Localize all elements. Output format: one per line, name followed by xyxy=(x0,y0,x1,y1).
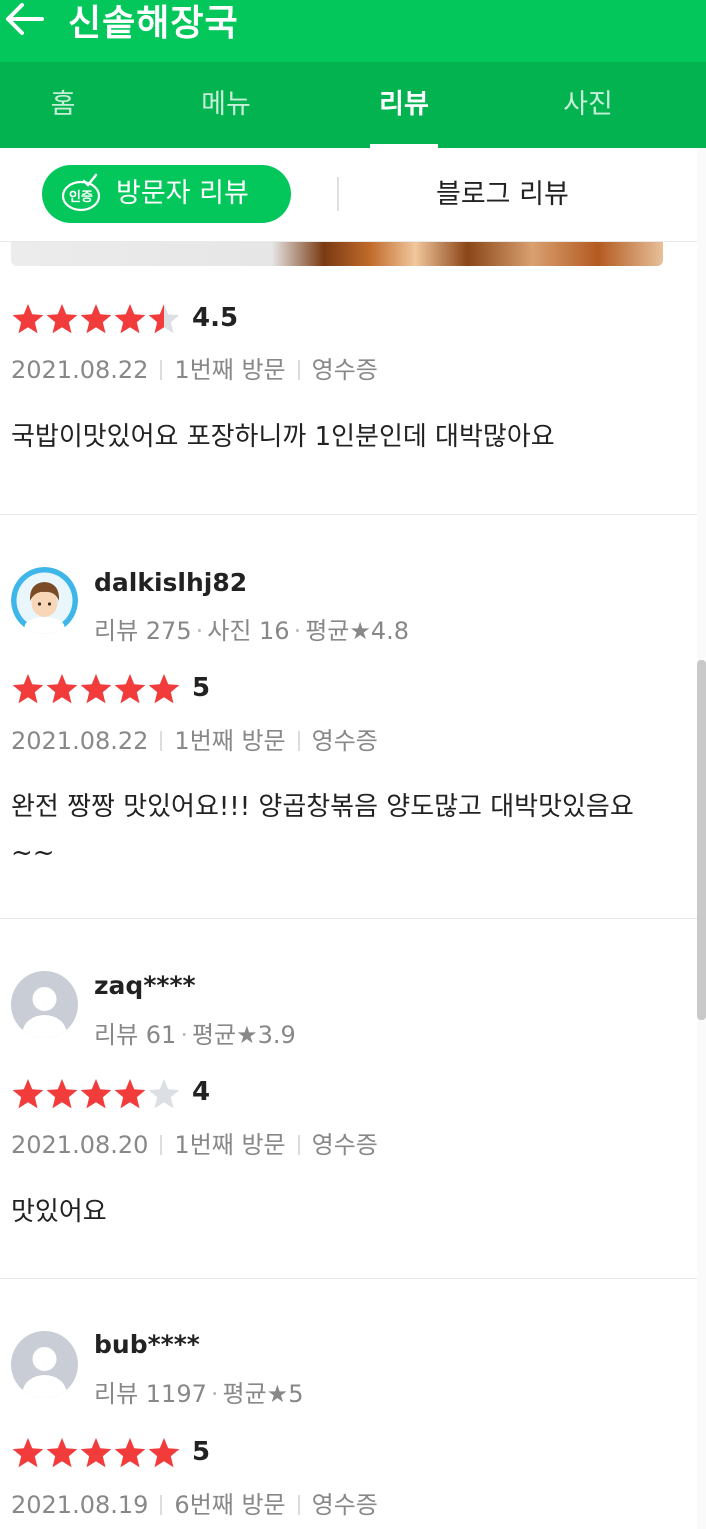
verified-badge-icon: 인증 xyxy=(61,173,101,212)
review-meta: 2021.08.22 1번째 방문 영수증 xyxy=(11,350,378,385)
visitor-review-label: 방문자 리뷰 xyxy=(116,178,249,209)
receipt-label: 영수증 xyxy=(311,1491,378,1519)
user-stats: 리뷰 275 · 사진 16 · 평균★4.8 xyxy=(94,617,410,645)
review-date: 2021.08.19 xyxy=(11,1491,149,1519)
username[interactable]: bub**** xyxy=(94,1330,200,1359)
user-stats: 리뷰 61 · 평균★3.9 xyxy=(94,1021,296,1049)
star-icon xyxy=(114,1438,146,1468)
star-icon xyxy=(114,1079,146,1109)
rating-score: 5 xyxy=(192,673,211,703)
review-separator xyxy=(0,514,697,515)
rating-score: 5 xyxy=(192,1437,211,1467)
review-date: 2021.08.22 xyxy=(11,356,149,384)
visitor-review-button[interactable]: 인증 방문자 리뷰 xyxy=(42,165,291,223)
review-text[interactable]: 국밥이맛있어요 포장하니까 1인분인데 대박많아요 xyxy=(11,414,661,460)
star-icon xyxy=(114,304,146,334)
visit-count: 1번째 방문 xyxy=(174,727,286,755)
review-text[interactable]: 맛있어요 xyxy=(11,1189,661,1235)
username[interactable]: dalkislhj82 xyxy=(94,568,247,597)
star-icon xyxy=(46,1079,78,1109)
review-photo[interactable] xyxy=(11,240,663,266)
visit-count: 1번째 방문 xyxy=(174,1131,286,1159)
avatar[interactable] xyxy=(11,1331,78,1398)
default-avatar-icon xyxy=(22,987,67,1038)
review-text[interactable]: 완전 짱짱 맛있어요!!! 양곱창볶음 양도많고 대박맛있음요~~ xyxy=(11,784,661,876)
svg-text:인증: 인증 xyxy=(69,189,93,205)
review-separator xyxy=(0,1278,697,1279)
back-arrow-icon[interactable] xyxy=(2,0,50,40)
review-meta: 2021.08.22 1번째 방문 영수증 xyxy=(11,721,378,756)
star-icon xyxy=(148,1079,180,1109)
receipt-label: 영수증 xyxy=(311,727,378,755)
star-icon xyxy=(46,304,78,334)
review-date: 2021.08.20 xyxy=(11,1131,149,1159)
star-icon xyxy=(80,1438,112,1468)
review-date: 2021.08.22 xyxy=(11,727,149,755)
main-tabs: 홈 메뉴 리뷰 사진 xyxy=(0,62,706,148)
star-icon xyxy=(114,674,146,704)
username[interactable]: zaq**** xyxy=(94,971,196,1000)
review-type-tabs: 인증 방문자 리뷰 블로그 리뷰 xyxy=(0,148,697,242)
receipt-label: 영수증 xyxy=(311,356,378,384)
star-icon xyxy=(12,1438,44,1468)
star-icon xyxy=(80,1079,112,1109)
star-rating xyxy=(11,672,181,706)
avatar[interactable] xyxy=(11,971,78,1038)
star-icon xyxy=(148,1438,180,1468)
star-icon xyxy=(12,304,44,334)
star-icon xyxy=(12,674,44,704)
scrollbar-thumb[interactable] xyxy=(697,660,706,1020)
rating-score: 4.5 xyxy=(192,303,239,333)
tab-review[interactable]: 리뷰 xyxy=(334,62,474,148)
visit-count: 6번째 방문 xyxy=(174,1491,286,1519)
tab-photo[interactable]: 사진 xyxy=(518,62,658,148)
cartoon-avatar-icon xyxy=(11,567,78,634)
tab-home[interactable]: 홈 xyxy=(0,62,133,148)
divider xyxy=(337,177,339,211)
rating-score: 4 xyxy=(192,1077,211,1107)
top-bar: 신솥해장국 xyxy=(0,0,706,62)
review-separator xyxy=(0,918,697,919)
receipt-label: 영수증 xyxy=(311,1131,378,1159)
star-rating xyxy=(11,302,181,336)
star-icon xyxy=(46,674,78,704)
star-rating xyxy=(11,1077,181,1111)
star-icon xyxy=(12,1079,44,1109)
star-rating xyxy=(11,1436,181,1470)
review-meta: 2021.08.19 6번째 방문 영수증 xyxy=(11,1485,378,1520)
avatar[interactable] xyxy=(11,567,78,634)
star-icon xyxy=(148,304,180,334)
blog-review-button[interactable]: 블로그 리뷰 xyxy=(436,172,569,218)
place-title: 신솥해장국 xyxy=(68,3,239,44)
visit-count: 1번째 방문 xyxy=(174,356,286,384)
user-stats: 리뷰 1197 · 평균★5 xyxy=(94,1380,304,1408)
star-icon xyxy=(148,674,180,704)
star-icon xyxy=(80,304,112,334)
star-icon xyxy=(80,674,112,704)
default-avatar-icon xyxy=(22,1347,67,1398)
review-meta: 2021.08.20 1번째 방문 영수증 xyxy=(11,1125,378,1160)
tab-menu[interactable]: 메뉴 xyxy=(156,62,296,148)
star-icon xyxy=(46,1438,78,1468)
